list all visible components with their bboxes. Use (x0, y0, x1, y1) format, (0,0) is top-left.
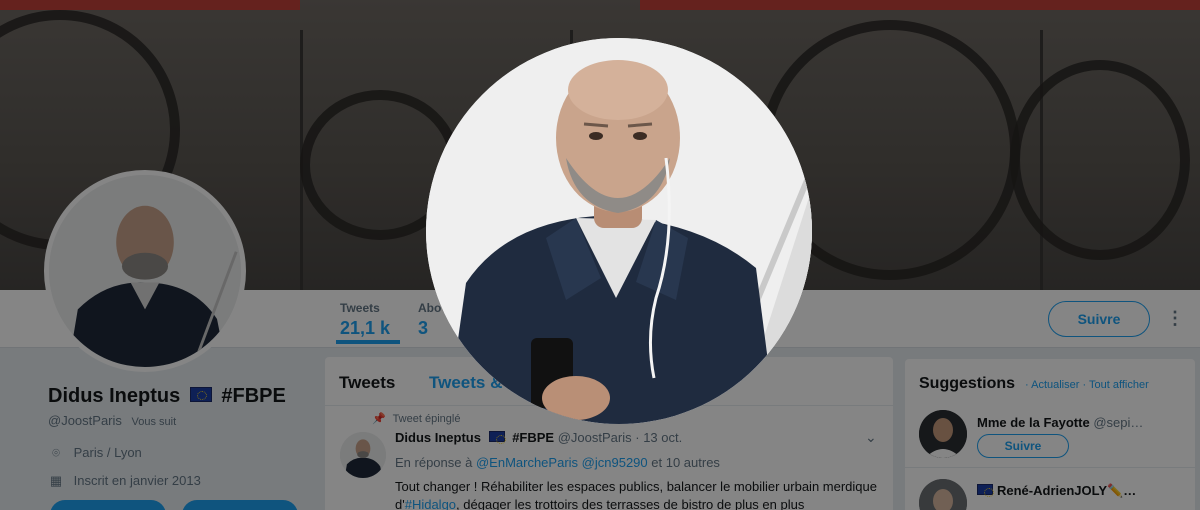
enlarged-photo-image (426, 38, 812, 424)
enlarged-profile-photo[interactable] (426, 38, 812, 424)
